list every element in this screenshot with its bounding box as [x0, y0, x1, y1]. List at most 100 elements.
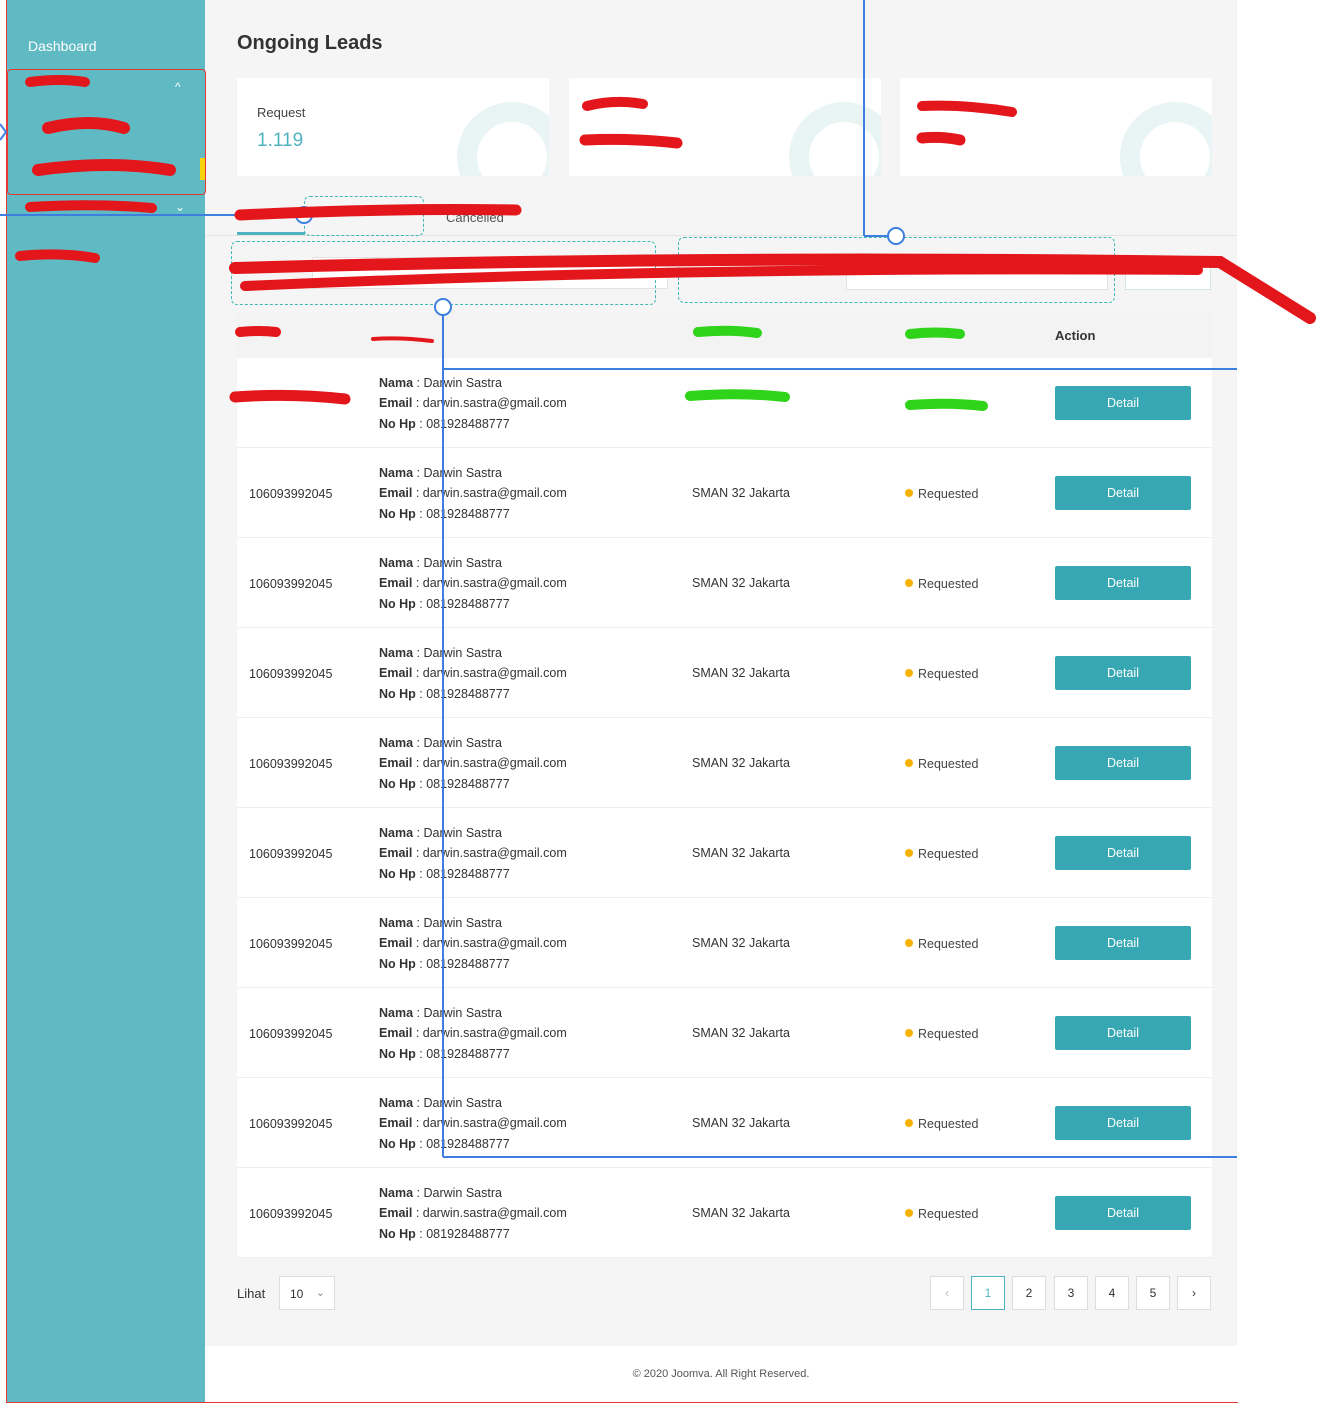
bio-nama-value: Darwin Sastra	[423, 1096, 502, 1110]
detail-button[interactable]: Detail	[1055, 926, 1191, 960]
footer: © 2020 Joomva. All Right Reserved.	[205, 1346, 1237, 1402]
bio-nama: Nama : Darwin Sastra	[379, 916, 502, 930]
table-row: 106093992045 Nama : Darwin Sastra Email : …	[237, 988, 1212, 1078]
school-name: SMAN 32 Jakarta	[692, 756, 790, 770]
status-text: Requested	[918, 1207, 979, 1221]
chevron-down-icon[interactable]: ⌄	[175, 200, 185, 214]
bio-nama-label: Nama	[379, 826, 414, 840]
bio-separator: :	[415, 1137, 427, 1151]
status-badge: Requested	[905, 757, 978, 771]
bio-separator: :	[413, 646, 424, 660]
detail-button[interactable]: Detail	[1055, 1016, 1191, 1050]
bio-separator: :	[412, 936, 423, 950]
table-row: 106093992045 Nama : Darwin Sastra Email : …	[237, 538, 1212, 628]
bio-separator: :	[412, 1116, 423, 1130]
stat-card-request: Request 1.119	[237, 78, 549, 176]
detail-button[interactable]: Detail	[1055, 836, 1191, 870]
filter-button[interactable]	[1125, 256, 1211, 290]
date-annotation-box	[678, 237, 1115, 303]
donut-chart-icon	[457, 102, 549, 176]
bio-nohp: No Hp : 081928488777	[379, 507, 510, 521]
status-text: Requested	[918, 1027, 979, 1041]
detail-button[interactable]: Detail	[1055, 656, 1191, 690]
lead-id: 106093992045	[249, 1027, 333, 1041]
bio-nohp-label: No Hp	[379, 597, 416, 611]
bio-nama-label: Nama	[379, 646, 414, 660]
bio-separator: :	[412, 486, 423, 500]
lead-id: 106093992045	[249, 577, 333, 591]
status-text: Requested	[918, 757, 979, 771]
bio-nohp-label: No Hp	[379, 1047, 416, 1061]
bio-separator: :	[413, 376, 424, 390]
card-value: 1.119	[257, 130, 304, 151]
bio-nohp-label: No Hp	[379, 417, 416, 431]
stat-card-follow-up	[569, 78, 881, 176]
bio-nohp: No Hp : 081928488777	[379, 957, 510, 971]
search-annotation-box	[231, 241, 656, 305]
lead-id: 106093992045	[249, 847, 333, 861]
page-button-1[interactable]: 1	[971, 1276, 1005, 1310]
annotation-frame-left	[6, 0, 7, 1403]
next-page-button[interactable]: ›	[1177, 1276, 1211, 1310]
page-button-2[interactable]: 2	[1012, 1276, 1046, 1310]
th-action: Action	[1055, 328, 1096, 343]
table-row: 106093992045 Nama : Darwin Sastra Email : …	[237, 718, 1212, 808]
detail-button[interactable]: Detail	[1055, 1106, 1191, 1140]
tab-cancelled[interactable]: Cancelled	[446, 210, 504, 225]
bio-email: Email : darwin.sastra@gmail.com	[379, 1116, 567, 1130]
page-button-4[interactable]: 4	[1095, 1276, 1129, 1310]
bio-separator: :	[415, 417, 427, 431]
lead-id: 106093992045	[249, 667, 333, 681]
bio-nohp-value: 081928488777	[426, 1047, 510, 1061]
per-page-select[interactable]: 10 ⌄	[279, 1276, 335, 1310]
bio-email: Email : darwin.sastra@gmail.com	[379, 846, 567, 860]
lead-id: 106093992045	[249, 937, 333, 951]
bio-email: Email : darwin.sastra@gmail.com	[379, 666, 567, 680]
page-button-3[interactable]: 3	[1054, 1276, 1088, 1310]
bio-nama-label: Nama	[379, 466, 414, 480]
lead-id: 106093992045	[249, 1117, 333, 1131]
prev-page-button[interactable]: ‹	[930, 1276, 964, 1310]
school-name: SMAN 32 Jakarta	[692, 576, 790, 590]
page-button-5[interactable]: 5	[1136, 1276, 1170, 1310]
bio-nohp-label: No Hp	[379, 687, 416, 701]
detail-button[interactable]: Detail	[1055, 746, 1191, 780]
bio-email-value: darwin.sastra@gmail.com	[422, 1026, 567, 1040]
table-row: 106093992045 Nama : Darwin Sastra Email : …	[237, 808, 1212, 898]
detail-button[interactable]: Detail	[1055, 386, 1191, 420]
bio-nama: Nama : Darwin Sastra	[379, 556, 502, 570]
bio-separator: :	[415, 687, 427, 701]
sidebar-item-dashboard[interactable]: Dashboard	[28, 38, 97, 54]
bio-nohp-value: 081928488777	[426, 417, 510, 431]
table-row: 106093992045 Nama : Darwin Sastra Email : …	[237, 898, 1212, 988]
school-name: SMAN 32 Jakarta	[692, 936, 790, 950]
bio-email-value: darwin.sastra@gmail.com	[422, 756, 567, 770]
bio-email-value: darwin.sastra@gmail.com	[422, 486, 567, 500]
bio-nohp: No Hp : 081928488777	[379, 687, 510, 701]
bio-nama-value: Darwin Sastra	[423, 556, 502, 570]
bio-email-label: Email	[379, 396, 413, 410]
status-badge: Requested	[905, 1117, 978, 1131]
per-page-label: Lihat	[237, 1286, 266, 1301]
bio-email-label: Email	[379, 486, 413, 500]
detail-button[interactable]: Detail	[1055, 566, 1191, 600]
bio-nohp: No Hp : 081928488777	[379, 1047, 510, 1061]
bio-nohp-label: No Hp	[379, 507, 416, 521]
bio-nohp-value: 081928488777	[426, 957, 510, 971]
bio-nama-value: Darwin Sastra	[423, 826, 502, 840]
status-badge: Requested	[905, 487, 978, 501]
bio-email-label: Email	[379, 756, 413, 770]
bio-nohp: No Hp : 081928488777	[379, 867, 510, 881]
status-dot-icon	[905, 849, 913, 857]
bio-nohp-value: 081928488777	[426, 507, 510, 521]
status-dot-icon	[905, 1029, 913, 1037]
detail-button[interactable]: Detail	[1055, 476, 1191, 510]
bio-nohp-label: No Hp	[379, 777, 416, 791]
bio-nama: Nama : Darwin Sastra	[379, 1096, 502, 1110]
detail-button[interactable]: Detail	[1055, 1196, 1191, 1230]
bio-nohp-label: No Hp	[379, 867, 416, 881]
bio-separator: :	[412, 1026, 423, 1040]
bio-nohp-label: No Hp	[379, 957, 416, 971]
bio-separator: :	[413, 736, 424, 750]
bio-nohp: No Hp : 081928488777	[379, 1137, 510, 1151]
